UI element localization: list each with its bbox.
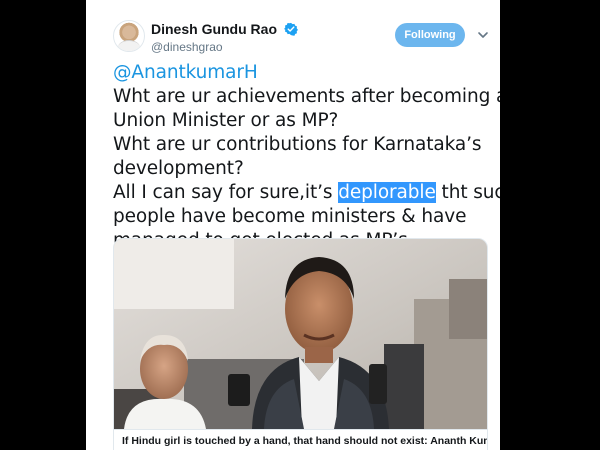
tweet-card: Dinesh Gundu Rao @dineshgrao Following @…: [86, 0, 500, 450]
tweet-line: Union Minister or as MP?: [113, 110, 339, 131]
tweet-line: All I can say for sure,it’s deplorable t…: [113, 181, 500, 205]
author-info: Dinesh Gundu Rao @dineshgrao: [151, 20, 381, 55]
following-button[interactable]: Following: [395, 23, 465, 47]
tweet-line: Wht are ur contributions for Karnataka’s: [113, 134, 482, 155]
link-preview-title[interactable]: If Hindu girl is touched by a hand, that…: [114, 429, 487, 450]
tweet-line: development?: [113, 158, 244, 179]
selected-text: deplorable: [338, 182, 436, 203]
avatar[interactable]: [113, 20, 145, 52]
chevron-down-icon[interactable]: [476, 28, 490, 42]
tweet-line: Wht are ur achievements after becoming a: [113, 86, 500, 107]
mention-link[interactable]: @AnantkumarH: [113, 61, 495, 85]
user-handle[interactable]: @dineshgrao: [151, 39, 381, 55]
display-name[interactable]: Dinesh Gundu Rao: [151, 20, 277, 38]
tweet-line: people have become ministers & have: [113, 206, 467, 227]
tweet-text: @AnantkumarH Wht are ur achievements aft…: [113, 61, 500, 253]
verified-badge-icon: [284, 22, 299, 36]
link-preview-card[interactable]: If Hindu girl is touched by a hand, that…: [113, 238, 488, 450]
tweet-text-segment: tht such: [441, 182, 500, 203]
news-video-thumbnail: [114, 239, 487, 429]
tweet-text-segment: All I can say for sure,it’s: [113, 182, 339, 203]
